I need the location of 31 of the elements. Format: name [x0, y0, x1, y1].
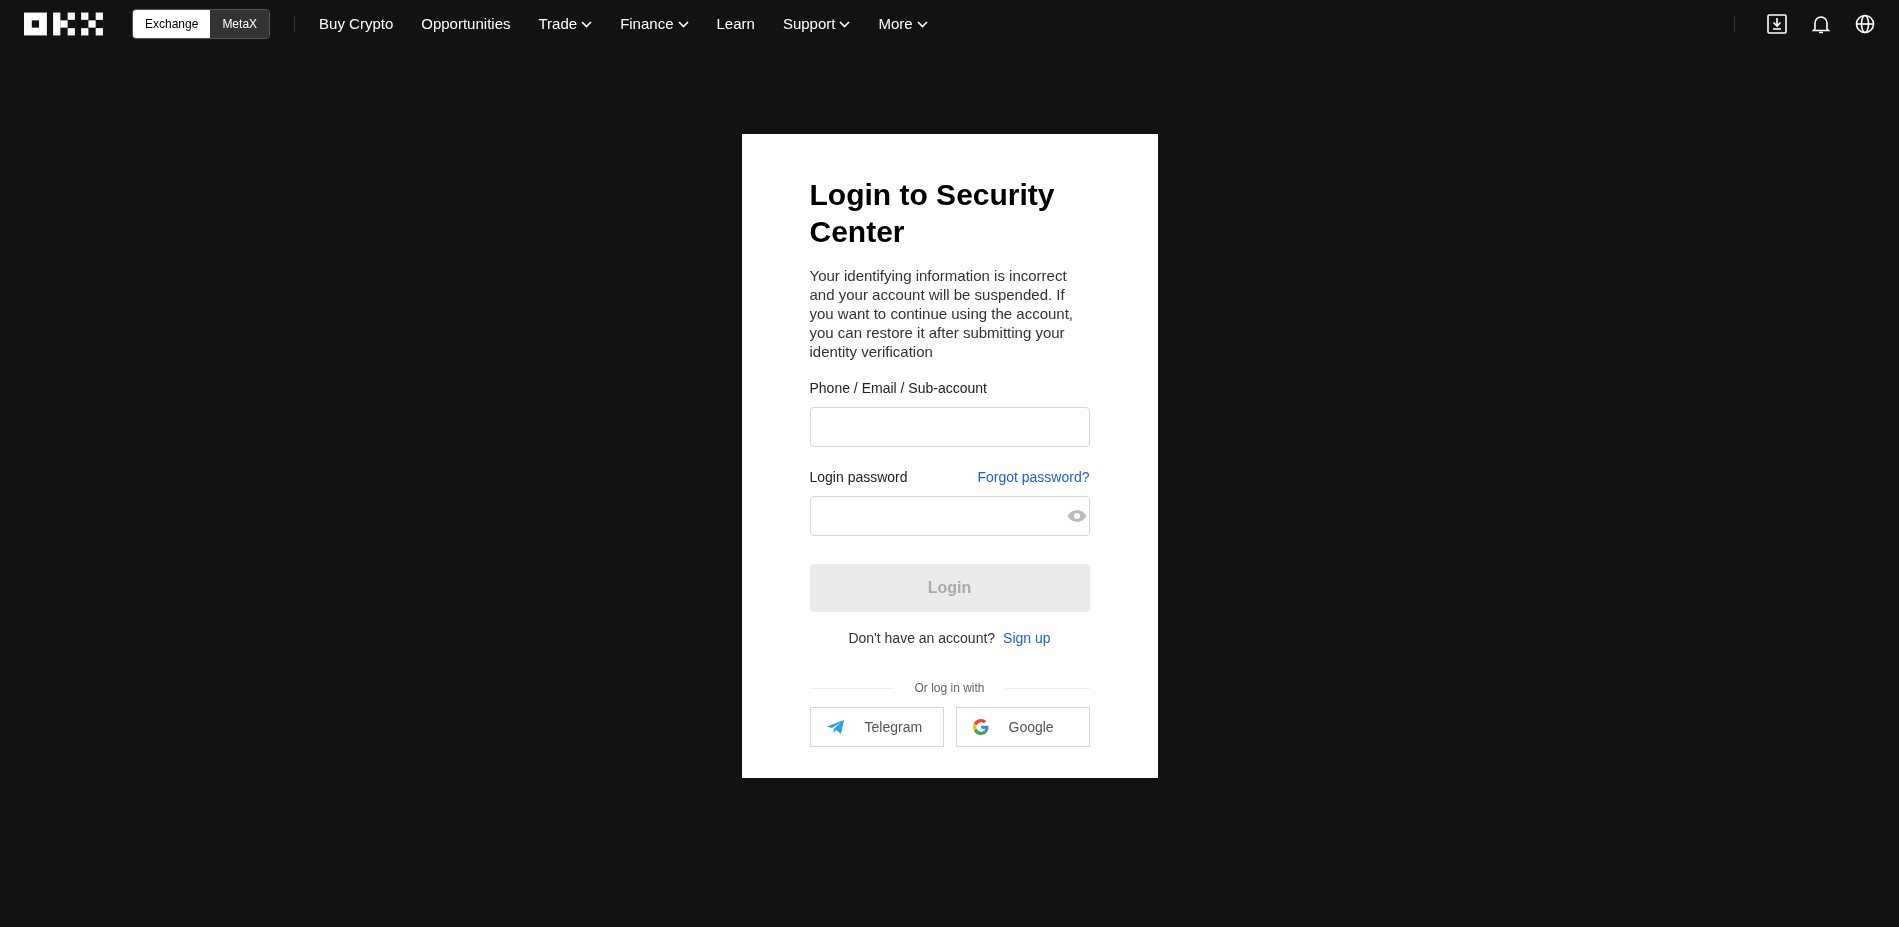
password-input[interactable]: [809, 496, 1090, 536]
logo-icon[interactable]: [24, 12, 104, 36]
nav-link[interactable]: Learn: [716, 12, 755, 36]
social-login-button[interactable]: Google: [955, 707, 1090, 747]
chevron-down-icon: [839, 20, 851, 28]
globe-icon[interactable]: [1855, 14, 1875, 34]
divider-text: Or log in with: [914, 680, 985, 697]
nav-link[interactable]: Support: [782, 12, 851, 36]
chevron-down-icon: [916, 20, 928, 28]
account-input[interactable]: [809, 407, 1090, 447]
chevron-down-icon: [581, 20, 593, 28]
paper-plane-icon: [826, 719, 845, 735]
google-g-icon: [972, 719, 989, 735]
field-label: Login password: [809, 468, 908, 487]
nav-link[interactable]: More: [878, 12, 928, 36]
login-title: Login to Security Center: [809, 177, 1056, 250]
warning-message: Your identifying information is incorrect and your account will be suspended. If you want to continue using the account, you can restore it after submitting your identity verification: [809, 266, 1074, 361]
signup-link[interactable]: Sign up: [1003, 628, 1051, 649]
platform-tab[interactable]: MetaX: [210, 10, 270, 38]
signup-prompt: Don't have an account?: [848, 629, 996, 648]
chevron-down-icon: [677, 20, 689, 28]
bell-icon[interactable]: [1811, 14, 1831, 34]
social-login-button[interactable]: Telegram: [809, 707, 944, 747]
forgot-password-link[interactable]: Forgot password?: [977, 467, 1090, 488]
nav-link[interactable]: Trade: [538, 12, 593, 36]
nav-link[interactable]: Finance: [620, 12, 689, 36]
platform-tab[interactable]: Exchange: [133, 10, 211, 38]
download-icon[interactable]: [1767, 14, 1787, 34]
nav-link[interactable]: Buy Crypto: [319, 12, 394, 36]
nav-link[interactable]: Opportunities: [421, 12, 511, 36]
field-label: Phone / Email / Sub-account: [809, 379, 988, 398]
